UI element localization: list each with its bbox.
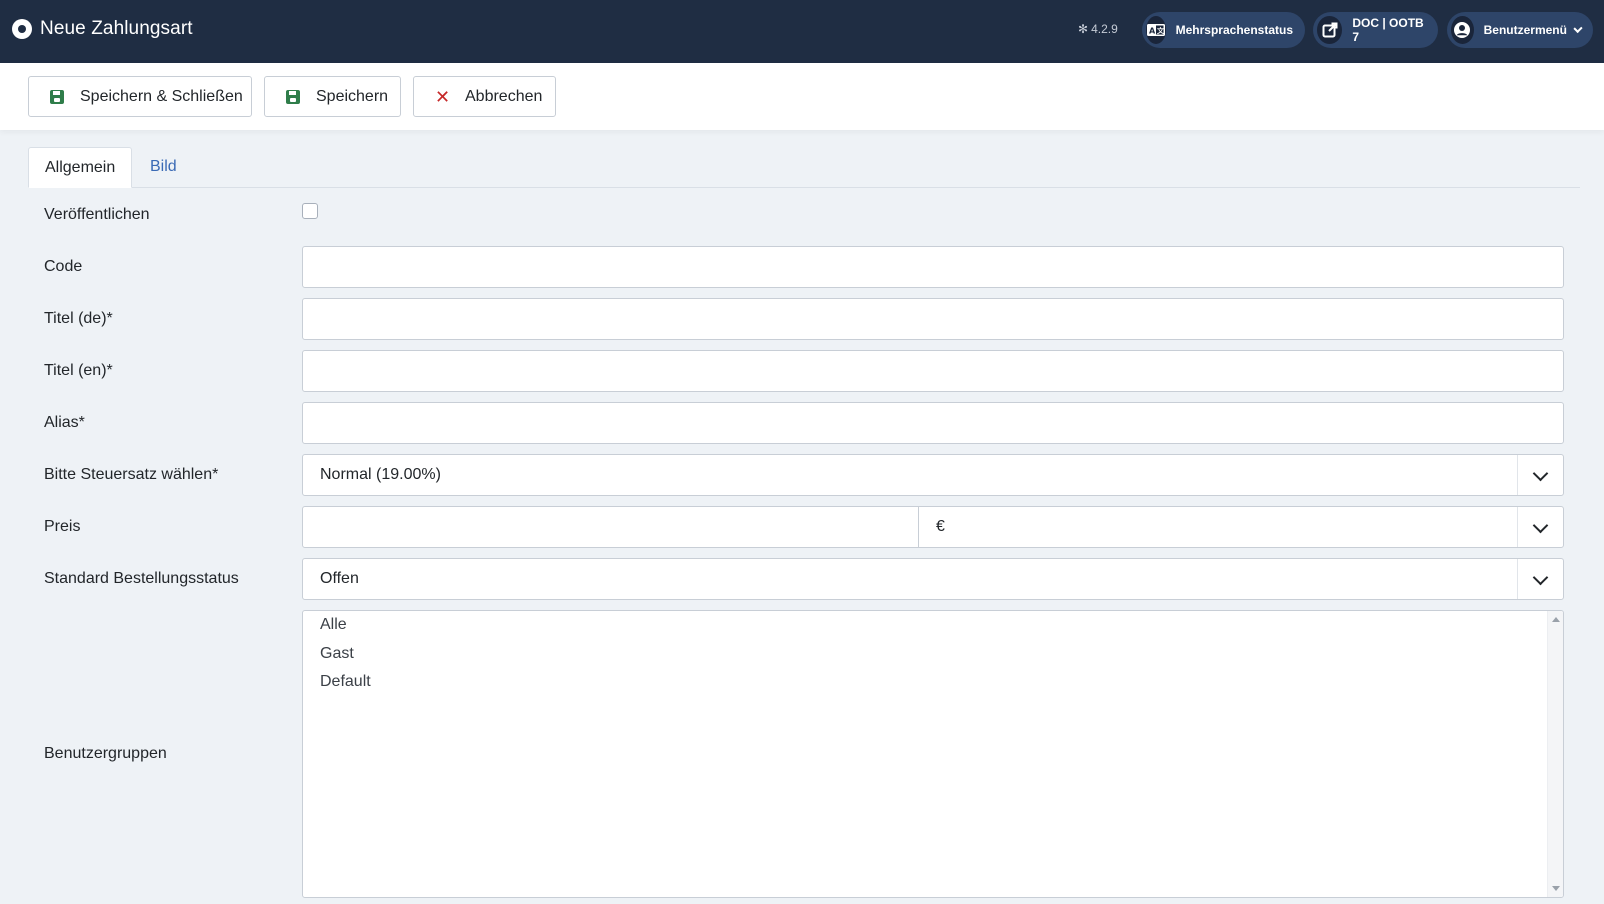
order-status-select[interactable]: Offen bbox=[302, 558, 1564, 600]
multilang-label: Mehrsprachenstatus bbox=[1175, 23, 1293, 37]
scroll-down-icon[interactable] bbox=[1552, 886, 1560, 891]
site-link-button[interactable]: DOC | OOTB 7 bbox=[1313, 12, 1438, 48]
cancel-label: Abbrechen bbox=[465, 87, 543, 105]
user-circle-icon bbox=[1451, 16, 1474, 44]
scrollbar[interactable] bbox=[1547, 611, 1563, 897]
version-number: 4.2.9 bbox=[1091, 22, 1118, 36]
title-de-input[interactable] bbox=[302, 298, 1564, 340]
save-button[interactable]: Speichern bbox=[264, 76, 401, 117]
title-en-label: Titel (en)* bbox=[44, 362, 113, 379]
svg-text:文: 文 bbox=[1157, 26, 1165, 35]
header-bar: Neue Zahlungsart ✻ 4.2.9 A文 Mehrsprachen… bbox=[0, 0, 1604, 63]
tab-bild[interactable]: Bild bbox=[134, 147, 193, 188]
alias-input[interactable] bbox=[302, 402, 1564, 444]
chevron-down-icon bbox=[1517, 455, 1563, 495]
tax-select[interactable]: Normal (19.00%) bbox=[302, 454, 1564, 496]
save-label: Speichern bbox=[316, 87, 389, 105]
save-close-label: Speichern & Schließen bbox=[80, 87, 243, 105]
tab-allgemein[interactable]: Allgemein bbox=[28, 147, 133, 188]
tax-selected-value: Normal (19.00%) bbox=[320, 466, 441, 483]
chevron-down-icon bbox=[1573, 23, 1583, 33]
price-label: Preis bbox=[44, 518, 81, 535]
price-input[interactable] bbox=[302, 506, 919, 548]
language-icon: A文 bbox=[1146, 16, 1166, 44]
alias-label: Alias* bbox=[44, 414, 85, 431]
order-status-label: Standard Bestellungsstatus bbox=[44, 570, 239, 587]
scroll-up-icon[interactable] bbox=[1552, 617, 1560, 622]
external-link-icon bbox=[1317, 16, 1343, 44]
save-close-button[interactable]: Speichern & Schließen bbox=[28, 76, 252, 117]
publish-checkbox[interactable] bbox=[302, 203, 318, 219]
joomla-dot-icon bbox=[12, 19, 32, 39]
order-status-selected-value: Offen bbox=[320, 570, 359, 587]
currency-selected-value: € bbox=[936, 518, 945, 535]
save-icon bbox=[286, 89, 300, 104]
title-de-label: Titel (de)* bbox=[44, 310, 113, 327]
title-en-input[interactable] bbox=[302, 350, 1564, 392]
user-menu-button[interactable]: Benutzermenü bbox=[1447, 12, 1593, 48]
chevron-down-icon bbox=[1517, 507, 1563, 547]
page-title: Neue Zahlungsart bbox=[40, 18, 193, 39]
multilang-status-button[interactable]: A文 Mehrsprachenstatus bbox=[1142, 12, 1305, 48]
toolbar: Speichern & Schließen Speichern ✕ Abbrec… bbox=[0, 63, 1604, 130]
joomla-icon: ✻ bbox=[1078, 22, 1089, 36]
tax-label: Bitte Steuersatz wählen* bbox=[44, 466, 219, 483]
currency-select[interactable]: € bbox=[918, 506, 1564, 548]
publish-label: Veröffentlichen bbox=[44, 206, 150, 223]
user-groups-label: Benutzergruppen bbox=[44, 745, 167, 762]
svg-text:A: A bbox=[1149, 27, 1156, 36]
tab-bar: Allgemein Bild bbox=[28, 147, 1580, 188]
user-groups-multiselect[interactable]: Alle Gast Default bbox=[302, 610, 1564, 898]
cancel-button[interactable]: ✕ Abbrechen bbox=[413, 76, 556, 117]
close-icon: ✕ bbox=[435, 86, 451, 107]
code-label: Code bbox=[44, 258, 83, 275]
code-input[interactable] bbox=[302, 246, 1564, 288]
list-item[interactable]: Default bbox=[320, 673, 371, 691]
user-menu-label: Benutzermenü bbox=[1483, 23, 1567, 37]
chevron-down-icon bbox=[1517, 559, 1563, 599]
list-item[interactable]: Gast bbox=[320, 645, 354, 663]
save-icon bbox=[50, 89, 64, 104]
site-label: DOC | OOTB 7 bbox=[1352, 16, 1424, 44]
version-info: ✻ 4.2.9 bbox=[1078, 22, 1118, 36]
list-item[interactable]: Alle bbox=[320, 616, 347, 634]
